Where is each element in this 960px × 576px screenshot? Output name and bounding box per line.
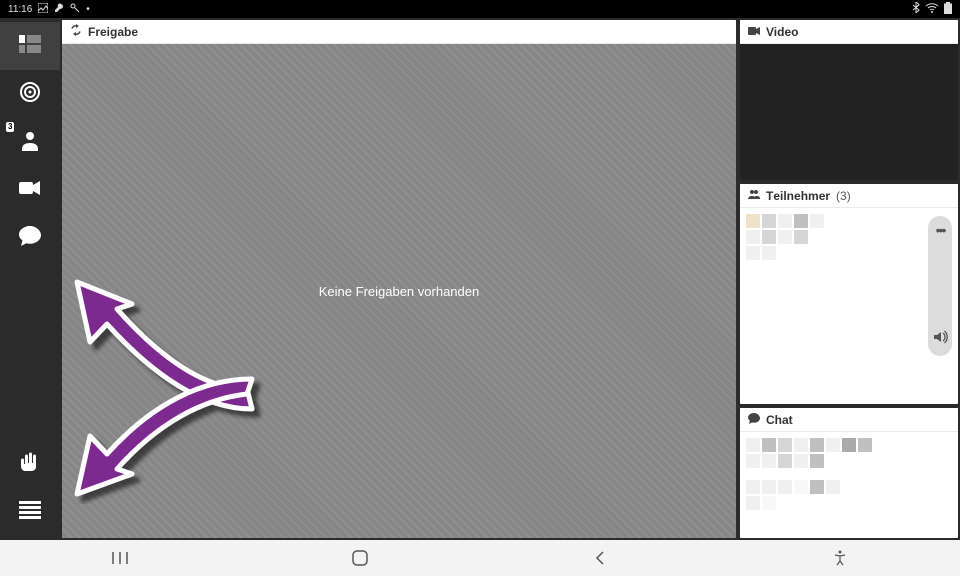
recent-icon bbox=[111, 551, 129, 565]
sidebar-item-dashboard[interactable] bbox=[0, 22, 60, 70]
camera-icon bbox=[19, 180, 41, 201]
sidebar-item-menu[interactable] bbox=[0, 488, 60, 536]
freigabe-title: Freigabe bbox=[88, 25, 138, 39]
wifi-icon bbox=[926, 3, 938, 16]
teilnehmer-count: (3) bbox=[836, 189, 851, 203]
menu-icon bbox=[19, 501, 41, 524]
target-icon bbox=[19, 81, 41, 108]
chat-header: Chat bbox=[740, 408, 958, 432]
sidebar-item-chat[interactable] bbox=[0, 214, 60, 262]
person-icon bbox=[19, 129, 41, 156]
chat-title: Chat bbox=[766, 413, 793, 427]
hand-icon bbox=[19, 451, 41, 478]
freigabe-empty-message: Keine Freigaben vorhanden bbox=[319, 284, 479, 299]
chat-panel: Chat bbox=[740, 408, 958, 538]
sync-icon bbox=[70, 24, 82, 39]
clock: 11:16 bbox=[8, 4, 32, 15]
nav-home[interactable] bbox=[340, 540, 380, 576]
chat-bubble-icon bbox=[748, 413, 760, 427]
nav-recent[interactable] bbox=[100, 540, 140, 576]
speaker-icon bbox=[932, 329, 948, 350]
freigabe-body: Keine Freigaben vorhanden bbox=[62, 44, 736, 538]
nav-back[interactable] bbox=[580, 540, 620, 576]
teilnehmer-body: ••• bbox=[740, 208, 958, 404]
chat-icon bbox=[19, 226, 41, 251]
image-icon bbox=[38, 3, 48, 16]
home-icon bbox=[352, 550, 368, 566]
dot-icon: • bbox=[86, 4, 90, 15]
battery-icon bbox=[944, 2, 952, 17]
accessibility-icon bbox=[833, 550, 847, 566]
participant-row[interactable] bbox=[746, 246, 952, 260]
freigabe-panel: Freigabe Keine Freigaben vorhanden bbox=[62, 20, 736, 538]
teilnehmer-panel: Teilnehmer (3) ••• bbox=[740, 184, 958, 404]
sidebar-item-video[interactable] bbox=[0, 166, 60, 214]
teilnehmer-header: Teilnehmer (3) bbox=[740, 184, 958, 208]
android-statusbar: 11:16 • bbox=[0, 0, 960, 18]
wrench-icon bbox=[54, 3, 64, 16]
freigabe-header: Freigabe bbox=[62, 20, 736, 44]
people-icon bbox=[748, 188, 760, 203]
video-panel: Video bbox=[740, 20, 958, 180]
left-sidebar: 3 bbox=[0, 18, 60, 540]
grid-icon bbox=[19, 33, 41, 60]
teilnehmer-title: Teilnehmer bbox=[766, 189, 830, 203]
sidebar-item-raise-hand[interactable] bbox=[0, 440, 60, 488]
back-icon bbox=[594, 550, 606, 566]
more-icon[interactable]: ••• bbox=[936, 222, 945, 238]
video-body[interactable] bbox=[740, 44, 958, 180]
sidebar-item-target[interactable] bbox=[0, 70, 60, 118]
nav-accessibility[interactable] bbox=[820, 540, 860, 576]
participant-row[interactable] bbox=[746, 214, 952, 228]
video-header: Video bbox=[740, 20, 958, 44]
android-navbar bbox=[0, 540, 960, 576]
split-arrow-annotation bbox=[62, 254, 322, 504]
video-title: Video bbox=[766, 25, 798, 39]
camera-icon bbox=[748, 25, 760, 39]
key-icon bbox=[70, 3, 80, 16]
chat-body[interactable] bbox=[740, 432, 958, 538]
participants-badge: 3 bbox=[6, 122, 14, 132]
participant-row[interactable] bbox=[746, 230, 952, 244]
sidebar-item-participants[interactable]: 3 bbox=[0, 118, 60, 166]
volume-slider[interactable]: ••• bbox=[928, 216, 952, 356]
bluetooth-icon bbox=[912, 2, 920, 16]
